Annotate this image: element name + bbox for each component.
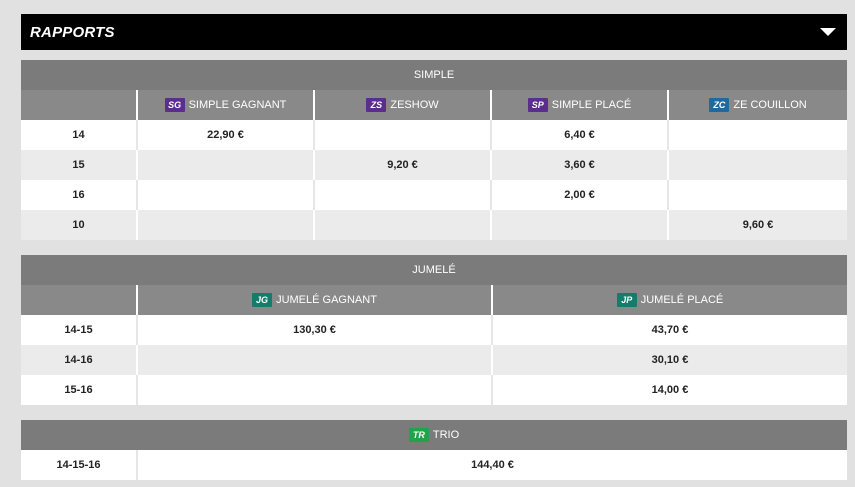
column-header-jumele-place: JP JUMELÉ PLACÉ bbox=[491, 285, 847, 315]
payout-cell bbox=[313, 180, 491, 210]
jumele-place-icon: JP bbox=[616, 293, 637, 307]
column-header-ze-couillon: ZC ZE COUILLON bbox=[666, 90, 848, 120]
payout-cell: 43,70 € bbox=[491, 315, 847, 345]
column-header-simple-gagnant: SG SIMPLE GAGNANT bbox=[136, 90, 314, 120]
trio-section: Tr TRIO 14-15-16 144,40 € bbox=[21, 420, 847, 480]
jumele-gagnant-icon: JG bbox=[252, 293, 273, 307]
horse-number: 16 bbox=[21, 180, 137, 210]
payout-cell bbox=[313, 210, 491, 240]
column-header-simple-place: SP SIMPLE PLACÉ bbox=[490, 90, 668, 120]
combination: 14-15 bbox=[21, 315, 137, 345]
trio-table: Tr TRIO 14-15-16 144,40 € bbox=[21, 420, 847, 480]
payout-cell: 14,00 € bbox=[491, 375, 847, 405]
ze-couillon-icon: ZC bbox=[709, 98, 730, 112]
jumele-section: JUMELÉ JG JUMELÉ GAGNANT JP JUMELÉ PLACÉ 1… bbox=[21, 255, 847, 405]
simple-place-icon: SP bbox=[527, 98, 548, 112]
payout-cell bbox=[490, 210, 668, 240]
payout-cell bbox=[136, 375, 492, 405]
payout-cell bbox=[666, 150, 848, 180]
table-row: 14-15 130,30 € 43,70 € bbox=[21, 315, 847, 345]
payout-cell: 144,40 € bbox=[136, 450, 847, 480]
table-row: 15 9,20 € 3,60 € bbox=[21, 150, 848, 180]
rapports-header[interactable]: RAPPORTS bbox=[21, 14, 847, 50]
section-title-trio: Tr TRIO bbox=[21, 420, 847, 450]
table-row: 16 2,00 € bbox=[21, 180, 848, 210]
payout-cell: 30,10 € bbox=[491, 345, 847, 375]
payout-cell: 3,60 € bbox=[490, 150, 668, 180]
payout-cell: 6,40 € bbox=[490, 120, 668, 150]
table-row: 14-15-16 144,40 € bbox=[21, 450, 847, 480]
table-row: 15-16 14,00 € bbox=[21, 375, 847, 405]
section-title: JUMELÉ bbox=[21, 255, 847, 285]
payout-cell bbox=[136, 180, 314, 210]
jumele-table: JUMELÉ JG JUMELÉ GAGNANT JP JUMELÉ PLACÉ 1… bbox=[21, 255, 847, 405]
table-row: 10 9,60 € bbox=[21, 210, 848, 240]
horse-number: 14 bbox=[21, 120, 137, 150]
simple-section: SIMPLE SG SIMPLE GAGNANT ZS ZESHOW SP SIMPL… bbox=[21, 60, 848, 240]
payout-cell: 2,00 € bbox=[490, 180, 668, 210]
combination: 14-15-16 bbox=[21, 450, 137, 480]
payout-cell: 9,60 € bbox=[666, 210, 848, 240]
page-title: RAPPORTS bbox=[30, 24, 115, 41]
column-header-zeshow: ZS ZESHOW bbox=[313, 90, 491, 120]
payout-cell bbox=[136, 150, 314, 180]
payout-cell: 130,30 € bbox=[136, 315, 492, 345]
chevron-down-icon[interactable] bbox=[820, 28, 836, 36]
zeshow-icon: ZS bbox=[366, 98, 387, 112]
payout-cell: 9,20 € bbox=[313, 150, 491, 180]
payout-cell bbox=[666, 120, 848, 150]
payout-cell bbox=[136, 210, 314, 240]
payout-cell: 22,90 € bbox=[136, 120, 314, 150]
simple-table: SIMPLE SG SIMPLE GAGNANT ZS ZESHOW SP SIMPL… bbox=[21, 60, 848, 240]
trio-icon: Tr bbox=[408, 428, 429, 442]
horse-number: 10 bbox=[21, 210, 137, 240]
table-row: 14 22,90 € 6,40 € bbox=[21, 120, 848, 150]
table-row: 14-16 30,10 € bbox=[21, 345, 847, 375]
combination: 15-16 bbox=[21, 375, 137, 405]
column-header-empty bbox=[21, 90, 137, 120]
payout-cell bbox=[666, 180, 848, 210]
horse-number: 15 bbox=[21, 150, 137, 180]
combination: 14-16 bbox=[21, 345, 137, 375]
simple-gagnant-icon: SG bbox=[164, 98, 185, 112]
column-header-empty bbox=[21, 285, 137, 315]
payout-cell bbox=[136, 345, 492, 375]
section-title: SIMPLE bbox=[21, 60, 848, 90]
payout-cell bbox=[313, 120, 491, 150]
column-header-jumele-gagnant: JG JUMELÉ GAGNANT bbox=[136, 285, 492, 315]
